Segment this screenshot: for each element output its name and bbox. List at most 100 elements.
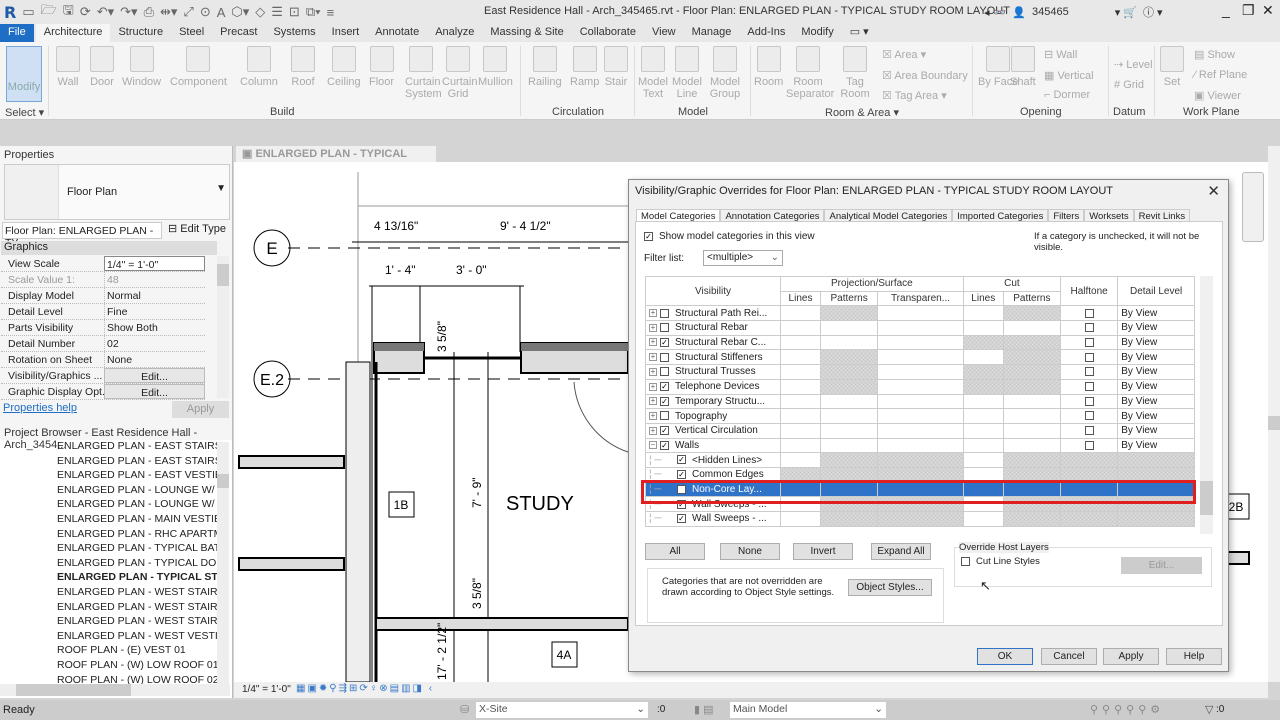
window-button[interactable]: Window	[122, 46, 161, 88]
ramp-button[interactable]: Ramp	[570, 46, 599, 88]
tab-modify[interactable]: Modify	[793, 24, 841, 42]
revit-logo-icon[interactable]: R	[4, 3, 16, 22]
browser-hscrollbar[interactable]	[0, 684, 230, 696]
override-cell[interactable]	[877, 452, 964, 468]
model-text-button[interactable]: Model Text	[638, 46, 668, 100]
halftone-checkbox[interactable]	[1084, 367, 1094, 377]
category-cell[interactable]: + ✓ Structural Rebar C...	[645, 334, 781, 351]
override-cell[interactable]	[1002, 511, 1062, 527]
halftone-cell[interactable]	[1059, 452, 1119, 468]
visibility-checkbox[interactable]: ✓	[660, 382, 669, 392]
halftone-cell[interactable]	[1059, 334, 1119, 351]
override-cell[interactable]	[1002, 437, 1062, 454]
tab-systems[interactable]: Systems	[265, 24, 323, 42]
override-cell[interactable]	[962, 349, 1004, 366]
thin-lines-icon[interactable]: ☰	[271, 4, 283, 20]
override-cell[interactable]	[962, 437, 1004, 454]
properties-scrollbar[interactable]	[217, 256, 229, 398]
expand-icon[interactable]: +	[649, 309, 657, 318]
show-button[interactable]: ▤ Show	[1194, 48, 1235, 61]
override-cell[interactable]	[877, 334, 964, 351]
col-cut-lines[interactable]: Lines	[962, 290, 1004, 307]
override-cell[interactable]	[819, 511, 879, 527]
override-cell[interactable]	[819, 320, 879, 336]
cart-icon[interactable]: ▾ 🛒	[1115, 6, 1137, 19]
browser-item[interactable]: ENLARGED PLAN - WEST STAIRS FIR	[57, 586, 217, 598]
folder-icon[interactable]: 🗁	[41, 1, 57, 23]
override-cell[interactable]	[877, 349, 964, 366]
all-button[interactable]: All	[645, 543, 705, 560]
override-cell[interactable]	[819, 334, 879, 351]
visibility-checkbox[interactable]: ✓	[660, 426, 669, 436]
tab-manage[interactable]: Manage	[684, 24, 740, 42]
override-cell[interactable]	[819, 364, 879, 380]
browser-item[interactable]: ENLARGED PLAN - TYPICAL DORM U	[57, 557, 217, 569]
tab-annotate[interactable]: Annotate	[367, 24, 427, 42]
override-cell[interactable]	[962, 452, 1004, 468]
override-cell[interactable]	[962, 378, 1004, 395]
text-icon[interactable]: A	[217, 5, 226, 20]
override-cell[interactable]	[819, 452, 879, 468]
override-cell[interactable]	[1002, 422, 1062, 439]
override-cell[interactable]	[1002, 349, 1062, 366]
override-cell[interactable]	[780, 422, 821, 439]
halftone-cell[interactable]	[1059, 408, 1119, 424]
curtain-grid-button[interactable]: Curtain Grid	[442, 46, 477, 100]
selection-icons[interactable]: ⚲⚲⚲⚲⚲⚙	[1090, 703, 1164, 716]
gdo-edit-button[interactable]: Edit...	[104, 384, 205, 399]
close-button[interactable]: ✕	[1262, 2, 1274, 19]
expand-icon[interactable]: +	[649, 411, 657, 420]
ceiling-button[interactable]: Ceiling	[327, 46, 361, 88]
invert-button[interactable]: Invert	[793, 543, 853, 560]
browser-item[interactable]: ENLARGED PLAN - LOUNGE W/ STAI	[57, 498, 217, 510]
area-button[interactable]: ☒ Area ▾	[882, 48, 926, 61]
binoculars-icon[interactable]: ◂ 👓	[984, 6, 1006, 19]
show-categories-checkbox[interactable]: ✓ Show model categories in this view	[644, 231, 815, 242]
tab-add-ins[interactable]: Add-Ins	[739, 24, 793, 42]
halftone-cell[interactable]	[1059, 422, 1119, 439]
halftone-checkbox[interactable]	[1084, 382, 1094, 392]
override-cell[interactable]	[819, 378, 879, 395]
override-cell[interactable]	[819, 437, 879, 454]
override-cell[interactable]	[877, 305, 964, 322]
override-cell[interactable]	[819, 349, 879, 366]
override-cell[interactable]	[780, 408, 821, 424]
properties-help-link[interactable]: Properties help	[3, 402, 77, 414]
user-icon[interactable]: 👤	[1012, 6, 1026, 19]
visibility-checkbox[interactable]: ✓	[660, 337, 669, 347]
editable-only-count[interactable]: :0	[657, 704, 665, 715]
override-cell[interactable]	[1002, 320, 1062, 336]
tab-view[interactable]: View	[644, 24, 684, 42]
category-row[interactable]: + ✓ Telephone Devices By View	[645, 378, 1195, 395]
help-button[interactable]: Help	[1166, 648, 1222, 665]
halftone-checkbox[interactable]	[1084, 426, 1094, 436]
detail-level-cell[interactable]	[1117, 452, 1195, 468]
override-cell[interactable]	[962, 422, 1004, 439]
override-cell[interactable]	[962, 334, 1004, 351]
model-group-button[interactable]: Model Group	[708, 46, 742, 100]
category-cell[interactable]: + Topography	[645, 408, 781, 424]
ribbon-toggle-icon[interactable]: ▭ ▾	[842, 24, 877, 42]
detail-level-cell[interactable]: By View	[1117, 393, 1195, 410]
help-icon[interactable]: ⓘ ▾	[1143, 4, 1163, 20]
viewer-button[interactable]: ▣ Viewer	[1194, 89, 1241, 102]
tag-room-button[interactable]: Tag Room	[840, 46, 870, 100]
visibility-checkbox[interactable]: ✓	[660, 396, 669, 406]
browser-item[interactable]: ROOF PLAN - (W) LOW ROOF 01	[57, 659, 217, 671]
visibility-checkbox[interactable]	[660, 323, 669, 333]
category-row[interactable]: + Structural Rebar By View	[645, 320, 1195, 336]
component-button[interactable]: Component	[170, 46, 227, 88]
area-boundary-button[interactable]: ☒ Area Boundary	[882, 69, 968, 82]
tab-steel[interactable]: Steel	[171, 24, 212, 42]
door-button[interactable]: Door	[90, 46, 114, 88]
override-cell[interactable]	[877, 511, 964, 527]
halftone-cell[interactable]	[1059, 437, 1119, 454]
curtain-system-button[interactable]: Curtain System	[405, 46, 442, 100]
override-cell[interactable]	[780, 364, 821, 380]
3d-view-icon[interactable]: ⬡▾	[231, 4, 249, 20]
halftone-cell[interactable]	[1059, 349, 1119, 366]
save-icon[interactable]: 🖫	[63, 1, 74, 23]
view-scrollbar[interactable]	[1268, 146, 1280, 682]
override-cell[interactable]	[962, 320, 1004, 336]
expand-icon[interactable]: +	[649, 367, 657, 376]
